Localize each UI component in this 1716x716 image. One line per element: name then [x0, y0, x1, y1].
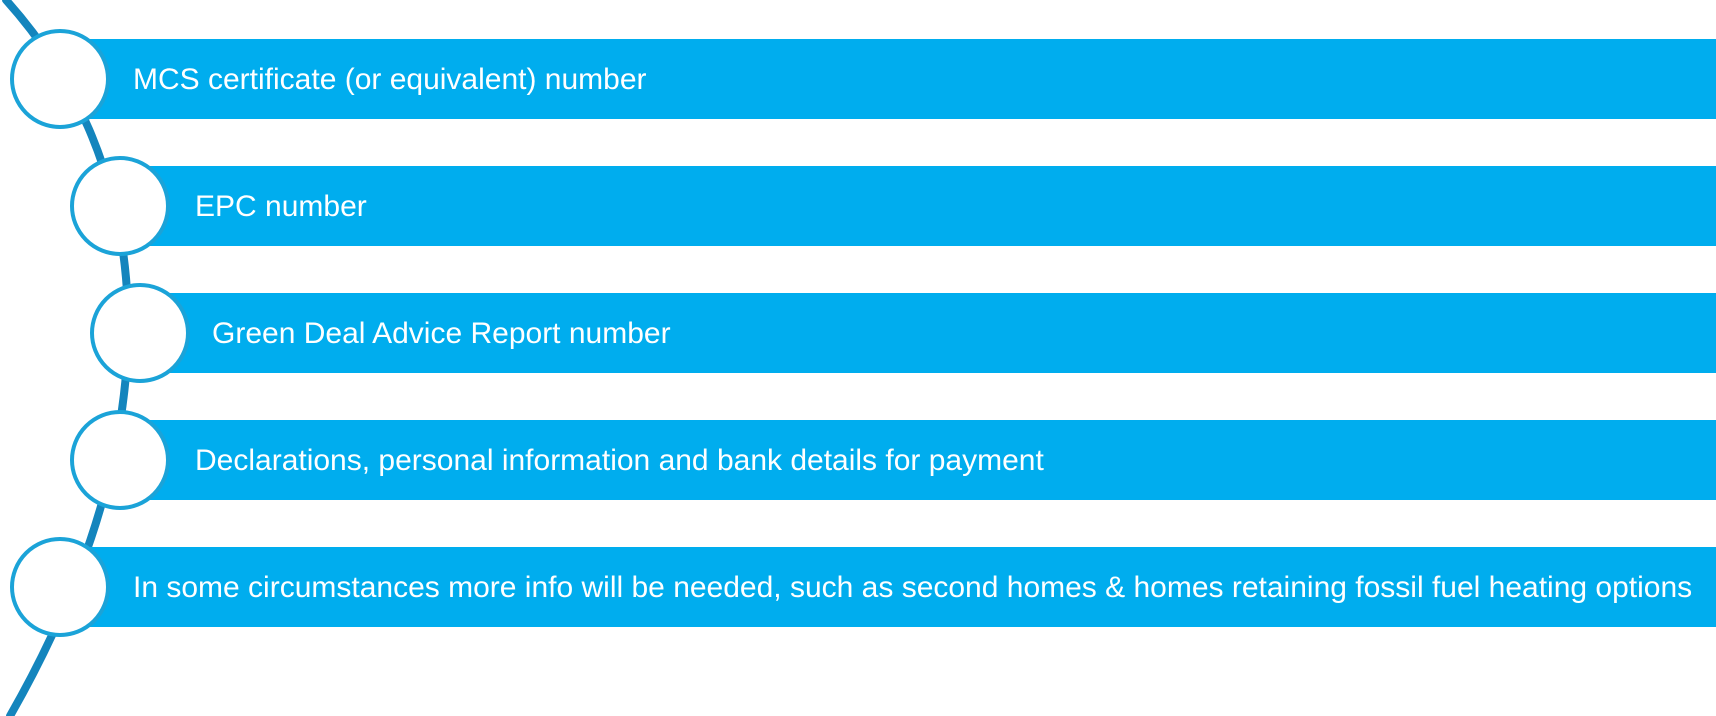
list-item-label-2: EPC number: [195, 189, 367, 223]
list-item-circle-1: [10, 29, 110, 129]
list-item-circle-5: [10, 537, 110, 637]
list-item-circle-3: [90, 283, 190, 383]
list-item-bar-1: MCS certificate (or equivalent) number: [60, 39, 1716, 119]
list-item-circle-4: [70, 410, 170, 510]
list-item-label-4: Declarations, personal information and b…: [195, 443, 1044, 477]
list-item-bar-2: EPC number: [120, 166, 1716, 246]
list-item-label-5: In some circumstances more info will be …: [133, 570, 1693, 604]
list-item-circle-2: [70, 156, 170, 256]
list-item-label-3: Green Deal Advice Report number: [212, 316, 671, 350]
list-item-bar-5: In some circumstances more info will be …: [60, 547, 1716, 627]
curved-list-diagram: MCS certificate (or equivalent) number E…: [0, 0, 1716, 716]
list-item-label-1: MCS certificate (or equivalent) number: [133, 62, 647, 96]
list-item-bar-4: Declarations, personal information and b…: [120, 420, 1716, 500]
list-item-bar-3: Green Deal Advice Report number: [140, 293, 1716, 373]
